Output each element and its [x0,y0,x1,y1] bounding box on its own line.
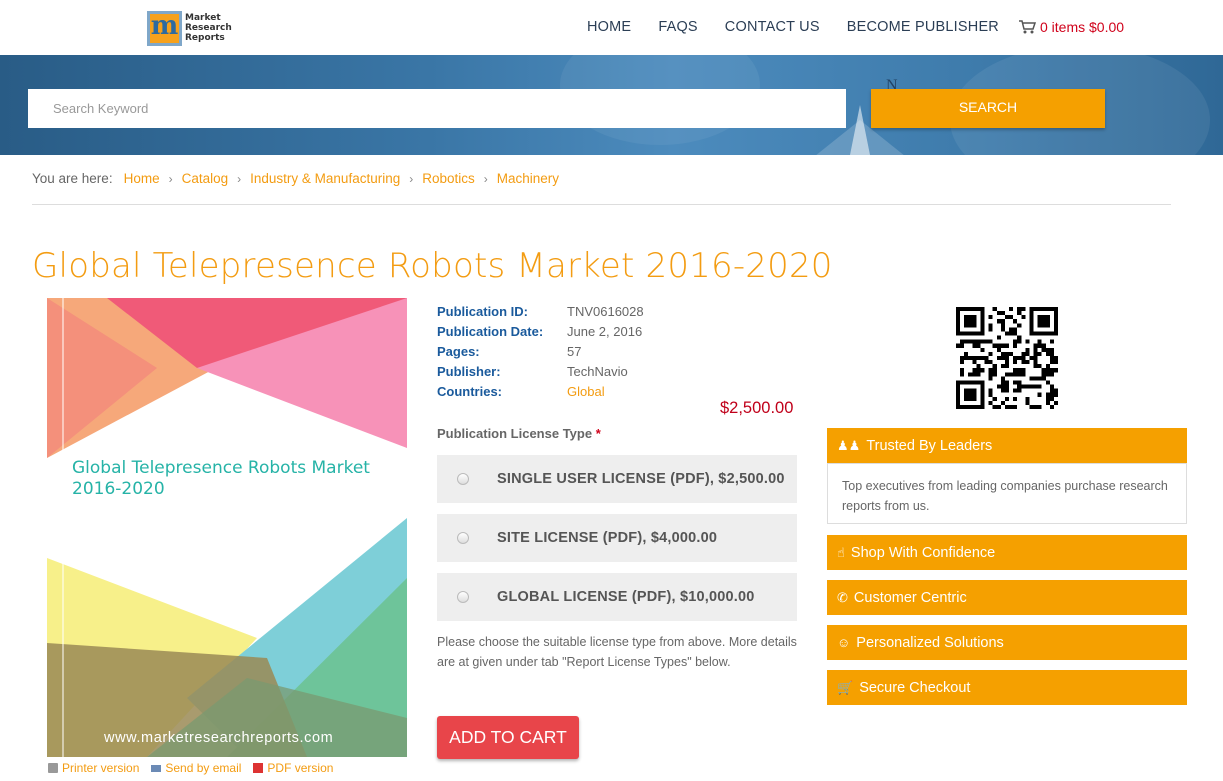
detail-row: Publisher: TechNavio [437,363,628,379]
breadcrumb-catalog[interactable]: Catalog [182,171,229,186]
send-by-email-link[interactable]: Send by email [151,761,241,775]
cart-icon [1019,20,1036,34]
printer-version-link[interactable]: Printer version [48,761,139,775]
radio-button[interactable] [457,591,469,603]
pdf-icon [253,763,264,773]
logo-text: Market Research Reports [185,13,232,43]
chevron-right-icon: › [237,171,242,186]
license-option-single-user[interactable]: SINGLE USER LICENSE (PDF), $2,500.00 [437,455,797,503]
breadcrumb: You are here: Home › Catalog › Industry … [32,171,559,186]
trusted-by-leaders-body: Top executives from leading companies pu… [827,463,1187,524]
detail-row: Publication Date: June 2, 2016 [437,323,643,339]
license-type-label: Publication License Type * [437,426,601,441]
cover-title: Global Telepresence Robots Market 2016-2… [72,458,370,499]
report-tools: Printer version Send by email PDF versio… [48,761,345,775]
breadcrumb-label: You are here: [32,171,113,186]
publication-details: Publication ID: TNV0616028 Publication Da… [437,301,644,401]
search-banner: N SEARCH [0,55,1223,155]
pdf-version-link[interactable]: PDF version [253,761,333,775]
customer-centric-panel[interactable]: ✆ Customer Centric [827,580,1187,615]
phone-icon: ✆ [837,589,848,605]
email-icon [151,764,162,772]
license-option-global[interactable]: GLOBAL LICENSE (PDF), $10,000.00 [437,573,797,621]
price: $2,500.00 [720,399,794,417]
detail-row: Publication ID: TNV0616028 [437,303,644,319]
secure-checkout-panel[interactable]: 🛒 Secure Checkout [827,670,1187,705]
main-nav: HOME FAQS CONTACT US BECOME PUBLISHER [587,19,1026,35]
license-option-site[interactable]: SITE LICENSE (PDF), $4,000.00 [437,514,797,562]
personalized-solutions-panel[interactable]: ☺ Personalized Solutions [827,625,1187,660]
add-to-cart-button[interactable]: ADD TO CART [437,716,579,759]
radio-button[interactable] [457,532,469,544]
users-icon: ♟♟ [837,437,861,453]
nav-home[interactable]: HOME [587,19,631,35]
license-note: Please choose the suitable license type … [437,635,797,669]
page-title: Global Telepresence Robots Market 2016-2… [32,246,833,286]
nav-faqs[interactable]: FAQS [658,19,697,35]
search-button[interactable]: SEARCH [871,89,1105,128]
chevron-right-icon: › [409,171,414,186]
logo-mark-icon: m [147,10,182,46]
printer-icon [48,763,58,773]
cart-label: 0 items $0.00 [1040,19,1125,35]
shop-with-confidence-panel[interactable]: ☝ Shop With Confidence [827,535,1187,570]
chevron-right-icon: › [483,171,488,186]
nav-become-publisher[interactable]: BECOME PUBLISHER [847,19,999,35]
breadcrumb-home[interactable]: Home [124,171,160,186]
trusted-by-leaders-header[interactable]: ♟♟ Trusted By Leaders [827,428,1187,463]
divider [32,204,1171,205]
search-input[interactable] [28,89,846,128]
smile-icon: ☺ [837,635,851,650]
site-logo[interactable]: m Market Research Reports [147,10,237,46]
country-link[interactable]: Global [567,384,605,399]
thumbs-up-icon: ☝ [837,544,845,560]
cover-artwork [47,298,407,757]
cart-summary[interactable]: 0 items $0.00 [1018,19,1124,35]
report-cover-image: Global Telepresence Robots Market 2016-2… [47,298,407,757]
top-bar: m Market Research Reports HOME FAQS CONT… [0,0,1223,55]
cart-icon: 🛒 [837,679,854,695]
breadcrumb-industry[interactable]: Industry & Manufacturing [250,171,400,186]
breadcrumb-robotics[interactable]: Robotics [422,171,475,186]
qr-code [956,307,1058,409]
radio-button[interactable] [457,473,469,485]
nav-contact-us[interactable]: CONTACT US [725,19,820,35]
breadcrumb-machinery[interactable]: Machinery [497,171,559,186]
detail-row: Pages: 57 [437,343,582,359]
cover-url: www.marketresearchreports.com [104,730,334,746]
chevron-right-icon: › [168,171,173,186]
detail-row: Countries: Global [437,383,605,399]
